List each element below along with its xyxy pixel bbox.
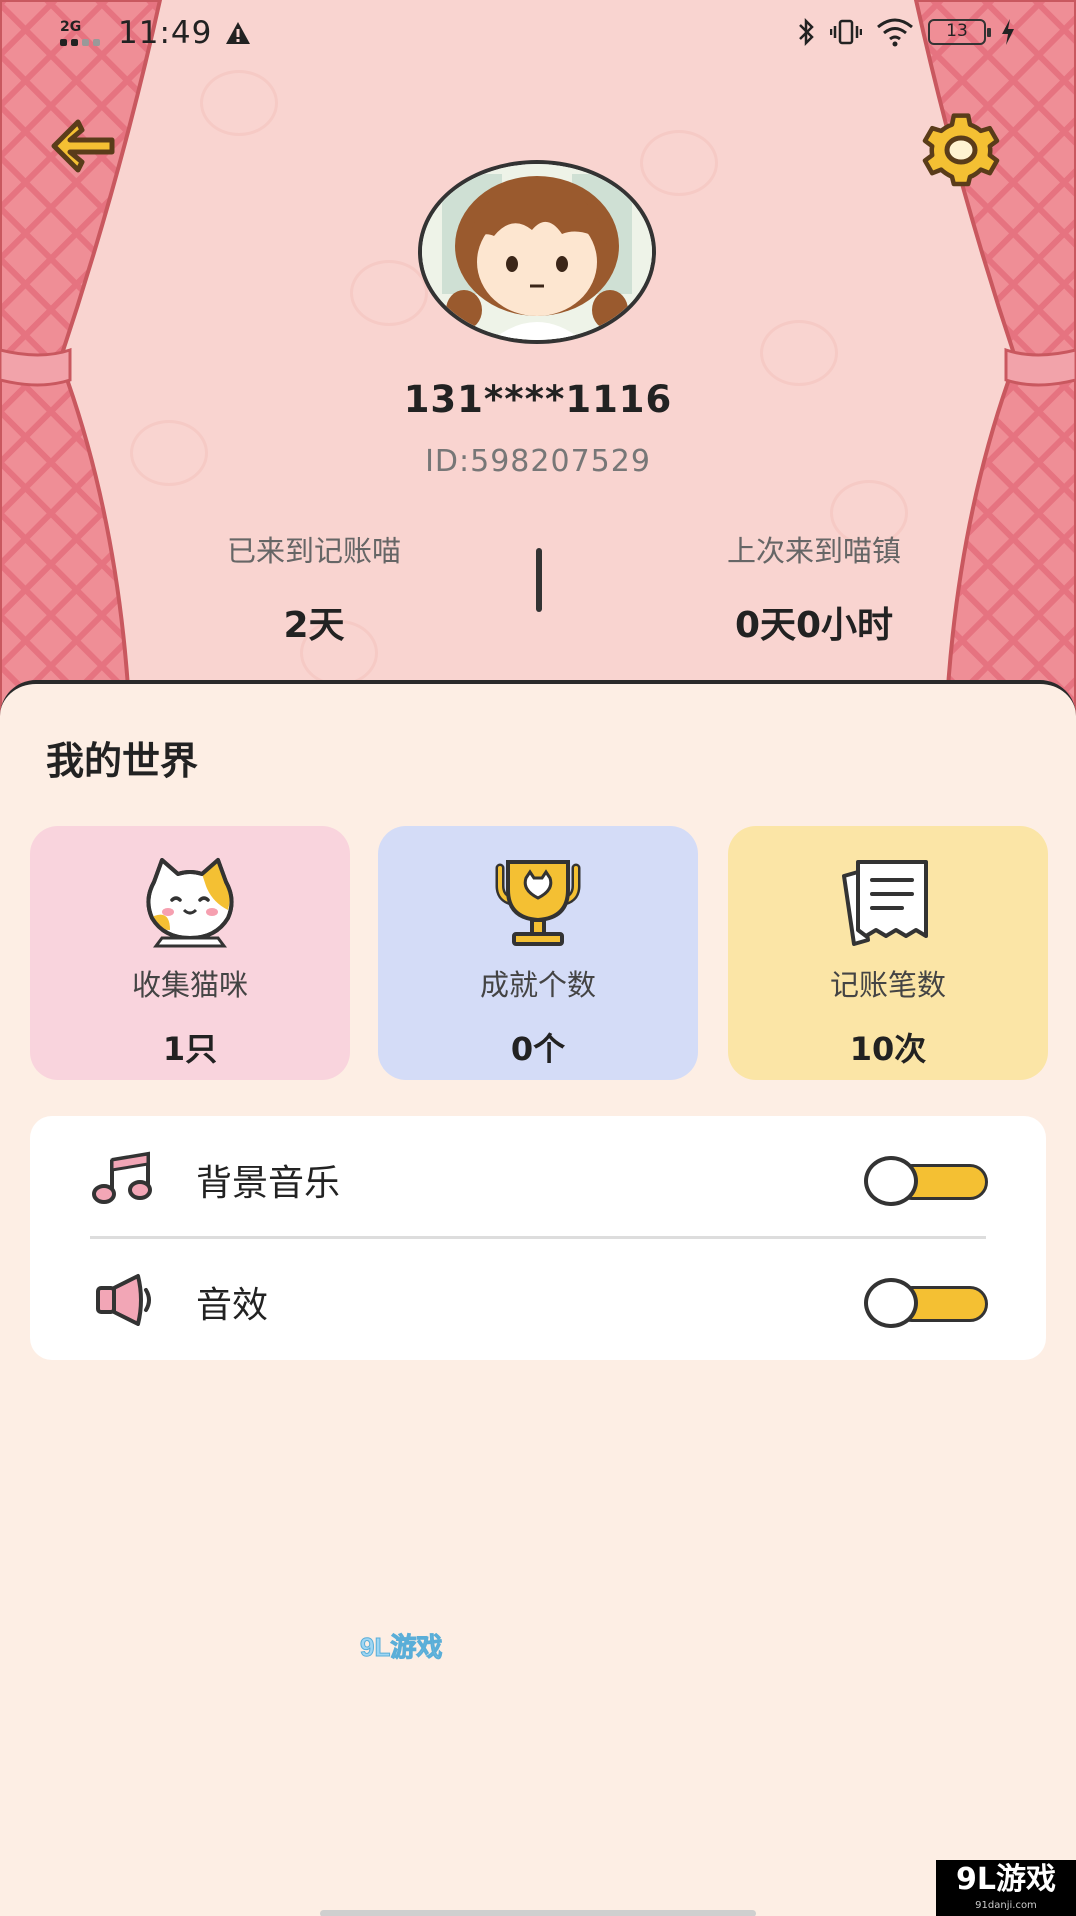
user-id: ID:598207529 <box>425 444 651 479</box>
wifi-icon <box>877 18 913 47</box>
vibrate-icon <box>830 19 862 45</box>
card-label: 成就个数 <box>479 968 596 1002</box>
achievements-card[interactable]: 成就个数 0个 <box>378 826 698 1080</box>
svg-text:9L游戏: 9L游戏 <box>360 1632 442 1662</box>
sound-settings: 背景音乐 9L游戏 音效 <box>30 1116 1046 1663</box>
paw-decoration <box>760 320 838 386</box>
paw-decoration <box>640 130 718 196</box>
watermark-text: 9L游戏 <box>956 1862 1056 1897</box>
status-icons: 13 <box>796 17 1016 47</box>
trophy-icon <box>495 860 581 946</box>
home-indicator[interactable] <box>320 1910 756 1916</box>
stat-divider <box>536 548 542 612</box>
paw-decoration <box>200 70 278 136</box>
card-label: 记账笔数 <box>829 968 946 1002</box>
sfx-toggle[interactable] <box>864 1278 988 1328</box>
receipt-icon <box>842 860 928 946</box>
clock: 11:49 <box>118 15 213 51</box>
last-visit-stat: 上次来到喵镇 0天0小时 <box>634 528 994 648</box>
back-arrow-icon[interactable] <box>48 116 118 176</box>
card-label: 收集猫咪 <box>131 968 248 1002</box>
days-label: 已来到记账喵 <box>226 534 401 568</box>
watermark-badge: 9L游戏 91danji.com <box>936 1860 1076 1916</box>
watermark-logo: 9L游戏 <box>360 1632 443 1663</box>
battery-indicator: 13 <box>928 19 991 45</box>
toggle-knob <box>864 1156 918 1206</box>
music-note-icon <box>92 1151 152 1204</box>
battery-level: 13 <box>946 21 968 41</box>
alert-icon <box>226 22 250 44</box>
charging-icon <box>1002 19 1014 45</box>
section-title: 我的世界 <box>46 739 199 783</box>
last-visit-label: 上次来到喵镇 <box>726 534 901 568</box>
music-toggle[interactable] <box>864 1156 988 1206</box>
card-value: 0个 <box>510 1030 566 1068</box>
status-bar: 2G 11:49 13 <box>0 0 1076 70</box>
music-label: 背景音乐 <box>196 1163 341 1204</box>
speaker-icon <box>96 1274 151 1326</box>
watermark-sub: 91danji.com <box>975 1900 1037 1911</box>
avatar-image <box>422 164 652 340</box>
music-setting-row: 背景音乐 <box>30 1116 1046 1236</box>
toggle-knob <box>864 1278 918 1328</box>
days-value: 2天 <box>283 605 345 646</box>
signal-type: 2G <box>60 19 82 35</box>
record-count-card[interactable]: 记账笔数 10次 <box>728 826 1048 1080</box>
days-stat: 已来到记账喵 2天 <box>134 528 494 648</box>
gear-icon[interactable] <box>918 108 1004 188</box>
username: 131****1116 <box>403 378 673 421</box>
card-value: 10次 <box>849 1030 927 1068</box>
paw-decoration <box>350 260 428 326</box>
avatar[interactable] <box>418 160 656 344</box>
cat-icon <box>146 858 234 948</box>
last-visit-value: 0天0小时 <box>734 605 894 646</box>
bluetooth-icon <box>799 17 814 47</box>
sfx-setting-row: 音效 <box>30 1238 1046 1358</box>
card-value: 1只 <box>162 1030 218 1068</box>
sfx-label: 音效 <box>196 1285 269 1326</box>
collected-cats-card[interactable]: 收集猫咪 1只 <box>30 826 350 1080</box>
signal-bars-icon <box>60 39 100 46</box>
main-panel: 我的世界 收集猫咪 1只 成就个数 0个 记账笔数 10次 背景音乐 9L游戏 … <box>0 680 1076 1916</box>
